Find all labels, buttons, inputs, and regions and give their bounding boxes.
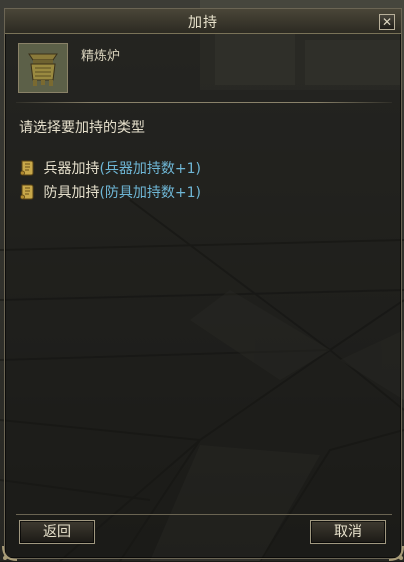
header-divider <box>16 102 392 103</box>
enchant-dialog: 加持 ✕ 精炼炉 请选择要加持的类型 兵器加持(兵器加持数+1) 防具加持(防具… <box>2 8 404 561</box>
item-slot <box>18 43 68 93</box>
scroll-icon <box>20 160 34 176</box>
option-label: 防具加持 <box>43 185 100 201</box>
title-bar[interactable]: 加持 ✕ <box>5 9 401 34</box>
incense-burner-icon <box>19 44 67 92</box>
option-note: (兵器加持数+1) <box>99 161 202 177</box>
item-name: 精炼炉 <box>81 49 121 64</box>
back-button[interactable]: 返回 <box>19 520 95 544</box>
option-note: (防具加持数+1) <box>99 185 202 201</box>
corner-ornament-icon <box>2 545 18 561</box>
footer-divider <box>16 514 392 515</box>
scroll-icon <box>20 184 34 200</box>
option-armor-enchant[interactable]: 防具加持(防具加持数+1) <box>19 182 201 202</box>
dialog-title: 加持 <box>188 15 218 31</box>
corner-ornament-icon <box>388 545 404 561</box>
prompt-text: 请选择要加持的类型 <box>19 120 145 136</box>
close-button[interactable]: ✕ <box>379 14 395 30</box>
option-label: 兵器加持 <box>43 161 100 177</box>
cancel-button[interactable]: 取消 <box>310 520 386 544</box>
option-weapon-enchant[interactable]: 兵器加持(兵器加持数+1) <box>19 158 201 178</box>
